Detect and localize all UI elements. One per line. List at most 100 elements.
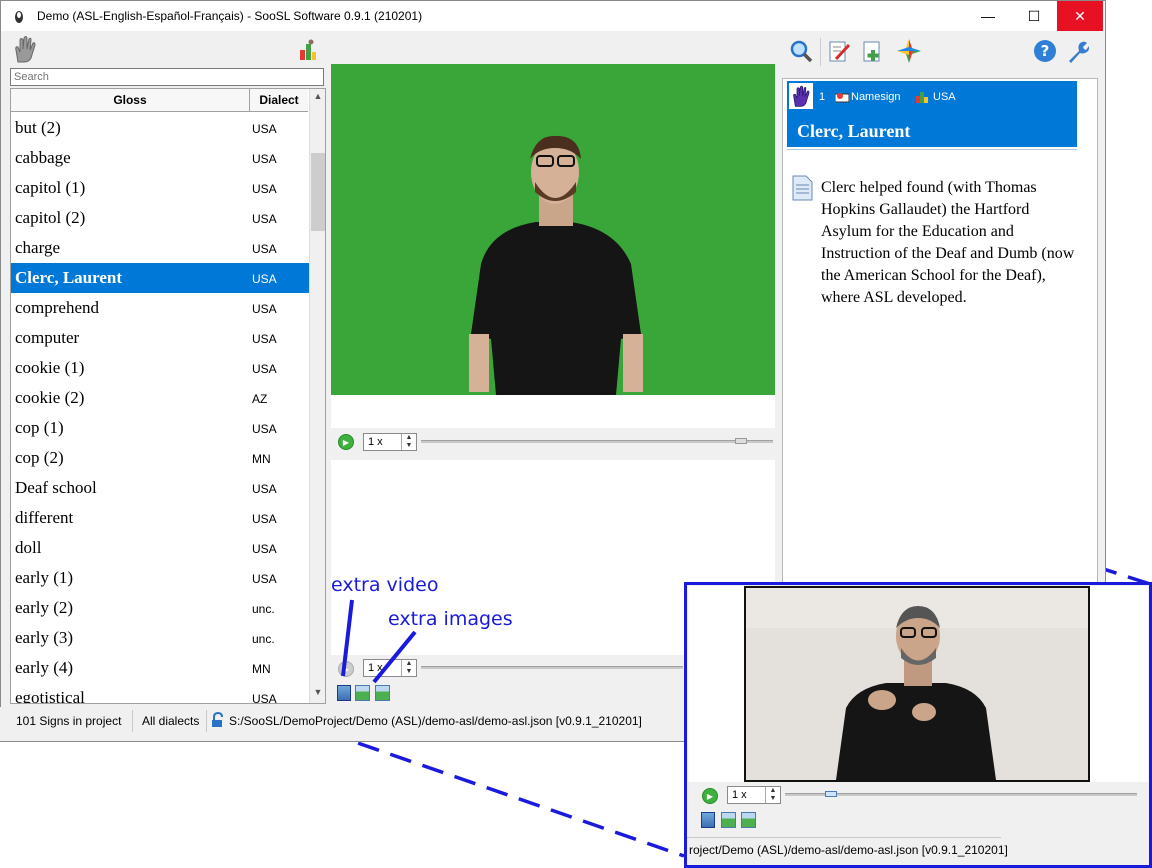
list-item[interactable]: Deaf school USA	[11, 473, 309, 503]
inset-film-icon[interactable]	[701, 812, 715, 828]
edit-icon[interactable]	[826, 38, 852, 64]
namesign-icon	[834, 90, 850, 103]
close-button[interactable]: ✕	[1057, 1, 1103, 31]
status-separator	[132, 710, 133, 732]
list-item-gloss: but (2)	[15, 118, 61, 137]
hand-icon	[10, 34, 40, 64]
sign-detail-pane: 1 Namesign USA Clerc, Laurent Clerc help…	[782, 78, 1098, 588]
extra-seek-track[interactable]	[421, 666, 683, 669]
list-item-dialect: USA	[252, 272, 277, 286]
sign-type: Namesign	[851, 91, 901, 103]
list-item[interactable]: Clerc, Laurent USA	[11, 263, 309, 293]
inset-extra-video[interactable]	[744, 586, 1090, 782]
list-item[interactable]: early (4) MN	[11, 653, 309, 683]
sort-icon[interactable]	[298, 38, 318, 62]
list-item-gloss: cop (1)	[15, 418, 64, 437]
inset-status: roject/Demo (ASL)/demo-asl/demo-asl.json…	[687, 837, 1008, 864]
scrollbar-thumb[interactable]	[311, 153, 325, 231]
connector-line-bottom	[325, 730, 685, 858]
lock-icon[interactable]	[210, 711, 226, 728]
scroll-down-icon[interactable]: ▼	[310, 687, 325, 697]
speed-spin-icon[interactable]: ▲ ▼	[401, 434, 416, 450]
speed-value: 1 x	[368, 436, 383, 448]
app-logo-icon	[11, 8, 27, 24]
annotation-extra-video: extra video	[331, 574, 439, 596]
list-item-gloss: early (1)	[15, 568, 74, 587]
list-item[interactable]: comprehend USA	[11, 293, 309, 323]
sign-list: Gloss Dialect but (2) USA cabbage USA capito…	[10, 88, 326, 704]
annotation-arrows	[341, 599, 417, 684]
list-item-dialect: USA	[252, 482, 277, 496]
add-sign-icon[interactable]	[860, 38, 886, 64]
list-item[interactable]: egotistical USA	[11, 683, 309, 703]
list-item[interactable]: different USA	[11, 503, 309, 533]
list-item-gloss: comprehend	[15, 298, 100, 317]
list-item-gloss: cabbage	[15, 148, 71, 167]
sign-video[interactable]	[331, 64, 775, 395]
list-rows: but (2) USA cabbage USA capitol (1) USA capito…	[11, 113, 309, 703]
inset-image-icon[interactable]	[721, 812, 736, 828]
project-path: S:/SooSL/DemoProject/Demo (ASL)/demo-asl…	[229, 714, 642, 728]
toolbar-separator	[820, 38, 821, 66]
column-header-dialect[interactable]: Dialect	[250, 89, 308, 112]
list-item[interactable]: charge USA	[11, 233, 309, 263]
list-item[interactable]: doll USA	[11, 533, 309, 563]
list-item-gloss: capitol (2)	[15, 208, 86, 227]
list-item-dialect: USA	[252, 512, 277, 526]
list-item[interactable]: capitol (1) USA	[11, 173, 309, 203]
list-item-gloss: different	[15, 508, 74, 527]
title-bar: Demo (ASL-English-Español-Français) - So…	[1, 1, 1105, 31]
image-icon-2[interactable]	[375, 685, 390, 701]
search-icon[interactable]	[788, 38, 814, 64]
hand-sense-icon	[789, 83, 813, 109]
window-title: Demo (ASL-English-Español-Français) - So…	[37, 9, 423, 23]
sense-header[interactable]: 1 Namesign USA Clerc, Laurent	[787, 81, 1077, 147]
video-seek-track[interactable]	[421, 440, 773, 443]
compass-icon[interactable]	[896, 38, 922, 64]
video-seek-handle[interactable]	[735, 438, 747, 444]
inset-play-icon[interactable]: ▶	[702, 788, 718, 804]
list-item[interactable]: cookie (1) USA	[11, 353, 309, 383]
inset-speed-spin-icon[interactable]: ▲ ▼	[765, 787, 780, 803]
speed-selector[interactable]: 1 x ▲ ▼	[363, 433, 417, 451]
inset-image-icon-2[interactable]	[741, 812, 756, 828]
maximize-button[interactable]: ☐	[1011, 1, 1057, 31]
list-item[interactable]: cop (2) MN	[11, 443, 309, 473]
list-item[interactable]: early (1) USA	[11, 563, 309, 593]
list-item[interactable]: early (2) unc.	[11, 593, 309, 623]
film-icon[interactable]	[337, 685, 351, 701]
list-item-gloss: cop (2)	[15, 448, 64, 467]
list-item-gloss: cookie (2)	[15, 388, 85, 407]
list-item[interactable]: capitol (2) USA	[11, 203, 309, 233]
column-header-gloss[interactable]: Gloss	[11, 89, 250, 112]
list-item[interactable]: cop (1) USA	[11, 413, 309, 443]
list-scrollbar[interactable]: ▲ ▼	[309, 89, 325, 703]
list-item-gloss: Clerc, Laurent	[15, 268, 123, 287]
svg-text:?: ?	[1041, 42, 1050, 60]
inset-seek-handle[interactable]	[825, 791, 837, 797]
search-input[interactable]	[10, 68, 324, 86]
image-icon[interactable]	[355, 685, 370, 701]
list-item[interactable]: but (2) USA	[11, 113, 309, 143]
list-item-dialect: USA	[252, 332, 277, 346]
list-item[interactable]: cabbage USA	[11, 143, 309, 173]
inset-project-path: roject/Demo (ASL)/demo-asl/demo-asl.json…	[689, 843, 1008, 857]
list-item[interactable]: early (3) unc.	[11, 623, 309, 653]
help-icon[interactable]: ?	[1032, 38, 1058, 64]
list-item[interactable]: cookie (2) AZ	[11, 383, 309, 413]
list-item-dialect: USA	[252, 362, 277, 376]
minimize-button[interactable]: —	[965, 1, 1011, 31]
list-item[interactable]: computer USA	[11, 323, 309, 353]
scroll-up-icon[interactable]: ▲	[310, 91, 325, 101]
sign-note: Clerc helped found (with Thomas Hopkins …	[821, 179, 1075, 306]
list-item-gloss: early (4)	[15, 658, 74, 677]
play-icon[interactable]: ▶	[338, 434, 354, 450]
inset-speed-selector[interactable]: 1 x ▲ ▼	[727, 786, 781, 804]
zoom-inset: ▶ 1 x ▲ ▼ roject/Demo (ASL)/demo-asl/demo…	[684, 582, 1152, 868]
wrench-icon[interactable]	[1064, 38, 1090, 64]
inset-seek-track[interactable]	[785, 793, 1137, 796]
list-item-gloss: cookie (1)	[15, 358, 85, 377]
list-item-dialect: AZ	[252, 392, 268, 406]
dialect-filter[interactable]: All dialects	[142, 707, 199, 735]
signs-count: 101 Signs in project	[16, 714, 122, 728]
